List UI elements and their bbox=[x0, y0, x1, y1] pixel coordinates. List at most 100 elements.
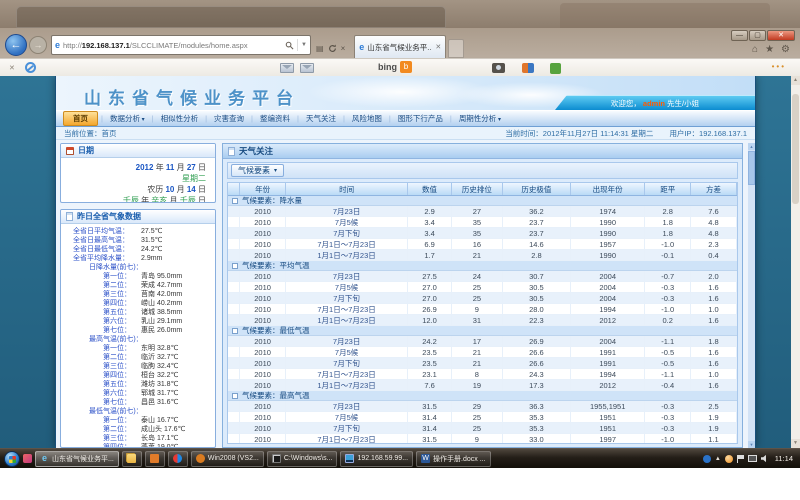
home-icon[interactable]: ⌂ bbox=[752, 45, 758, 55]
scroll-down-icon[interactable]: ▼ bbox=[791, 439, 800, 448]
scrollbar-thumb[interactable] bbox=[792, 94, 799, 204]
nav-item-3[interactable]: 相似性分析 bbox=[155, 113, 205, 124]
site-title: 山东省气候业务平台 bbox=[84, 84, 300, 109]
nav-separator: | bbox=[450, 114, 452, 123]
address-bar[interactable]: e http://192.168.137.1/SLCCLIMATE/module… bbox=[51, 35, 311, 55]
taskbar-window-button[interactable]: C:\Windows\s... bbox=[267, 451, 338, 467]
calendar-text: 日 bbox=[198, 196, 206, 203]
scrollbar-thumb[interactable] bbox=[748, 151, 755, 185]
row-spacer-cell bbox=[228, 250, 240, 260]
nav-item-6[interactable]: 天气关注 bbox=[300, 113, 342, 124]
forward-button[interactable]: → bbox=[29, 36, 47, 54]
taskbar-window-button[interactable]: W操作手册.docx ... bbox=[416, 451, 491, 467]
table-cell: 2010 bbox=[240, 412, 286, 422]
pinned-app-icon[interactable] bbox=[23, 454, 32, 463]
network-icon[interactable] bbox=[748, 455, 757, 462]
table-cell: 26.6 bbox=[503, 347, 571, 357]
start-button[interactable] bbox=[4, 451, 20, 467]
toolbar-close-icon[interactable]: ✕ bbox=[9, 64, 15, 72]
settings-gear-icon[interactable]: ⚙ bbox=[781, 45, 790, 55]
table-cell: 4.8 bbox=[691, 228, 737, 238]
mail-icon[interactable] bbox=[280, 63, 294, 73]
group-checkbox[interactable] bbox=[232, 393, 238, 399]
more-options-icon[interactable]: ••• bbox=[772, 62, 786, 71]
minimize-button[interactable]: — bbox=[731, 30, 748, 41]
row-spacer-cell bbox=[228, 271, 240, 281]
table-cell: 2010 bbox=[240, 217, 286, 227]
table-cell: 17 bbox=[452, 336, 503, 346]
scroll-up-icon[interactable]: ▲ bbox=[748, 143, 755, 150]
mail-icon[interactable] bbox=[300, 63, 314, 73]
table-cell: 1.8 bbox=[645, 217, 691, 227]
taskbar-icon-button[interactable] bbox=[145, 451, 165, 467]
addon-icon[interactable] bbox=[522, 63, 534, 73]
table-cell: 24.2 bbox=[408, 336, 452, 346]
camera-icon[interactable] bbox=[492, 63, 505, 73]
taskbar-window-button[interactable]: e山东省气候业务平... bbox=[35, 451, 119, 467]
taskbar-icon-button[interactable] bbox=[168, 451, 188, 467]
weather-label: 第三位： bbox=[103, 362, 139, 371]
nav-item-8[interactable]: 图形下行产品 bbox=[392, 113, 449, 124]
weather-label: 第六位： bbox=[103, 389, 139, 398]
tray-app-icon[interactable] bbox=[725, 455, 733, 463]
table-cell: 7月1日～7月23日 bbox=[286, 434, 408, 444]
table-row: 20107月下旬3.43523.719901.84.8 bbox=[228, 228, 737, 239]
close-button[interactable]: ✕ bbox=[767, 30, 795, 41]
nav-item-4[interactable]: 灾害查询 bbox=[208, 113, 250, 124]
volume-icon[interactable] bbox=[761, 455, 769, 463]
favorites-star-icon[interactable]: ★ bbox=[765, 45, 774, 55]
table-row: 20107月1日～7月23日31.5933.01997-1.01.1 bbox=[228, 434, 737, 444]
row-spacer-cell bbox=[228, 358, 240, 368]
back-button[interactable]: ← bbox=[5, 34, 27, 56]
tab-close-icon[interactable]: ✕ bbox=[435, 43, 441, 51]
address-dropdown-icon[interactable]: ▼ bbox=[301, 42, 307, 48]
weather-label: 第三位： bbox=[103, 434, 139, 443]
weather-label: 第一位： bbox=[103, 272, 139, 281]
table-cell: 2010 bbox=[240, 434, 286, 444]
compatibility-icon[interactable]: ▤ bbox=[316, 44, 324, 53]
bing-search-logo[interactable]: bing b bbox=[378, 61, 412, 73]
taskbar-window-button[interactable]: Win2008 (VS2... bbox=[191, 451, 264, 467]
table-cell: 12.0 bbox=[408, 315, 452, 325]
nav-item-5[interactable]: 整编资料 bbox=[254, 113, 296, 124]
nav-item-2[interactable]: 数据分析 ▾ bbox=[104, 113, 151, 124]
clock[interactable]: 11:14 bbox=[775, 454, 793, 463]
taskbar-window-button[interactable]: 192.168.59.99... bbox=[340, 451, 413, 467]
scroll-down-icon[interactable]: ▼ bbox=[748, 441, 755, 448]
taskbar-icon-button[interactable] bbox=[122, 451, 142, 467]
table-cell: 1月1日～7月23日 bbox=[286, 250, 408, 260]
table-cell: -0.3 bbox=[645, 412, 691, 422]
scroll-up-icon[interactable]: ▲ bbox=[791, 76, 800, 85]
table-cell: 0.2 bbox=[645, 315, 691, 325]
climate-element-button[interactable]: 气候要素 ▾ bbox=[231, 164, 284, 177]
show-hidden-icons[interactable]: ▲ bbox=[715, 456, 721, 462]
section-label: 最高气温(前七)： bbox=[89, 335, 143, 344]
column-header: 历史极值 bbox=[503, 183, 571, 195]
refresh-icon[interactable] bbox=[328, 44, 337, 53]
table-cell: -1.0 bbox=[645, 304, 691, 314]
plugin-icon[interactable] bbox=[550, 63, 561, 74]
table-cell: -0.3 bbox=[645, 423, 691, 433]
column-header: 历史排位 bbox=[452, 183, 503, 195]
row-spacer-cell bbox=[228, 412, 240, 422]
new-tab-button[interactable] bbox=[448, 39, 464, 58]
weather-line: 第一位：东明 32.8℃ bbox=[61, 344, 215, 353]
maximize-button[interactable]: ▢ bbox=[749, 30, 766, 41]
tray-app-icon[interactable] bbox=[703, 455, 711, 463]
nav-item-7[interactable]: 风险地图 bbox=[346, 113, 388, 124]
weather-label: 第六位： bbox=[103, 317, 139, 326]
page-scrollbar[interactable]: ▲ ▼ bbox=[748, 143, 755, 448]
calendar-panel-header: 日期 bbox=[61, 144, 215, 158]
nav-item-1[interactable]: 首页 bbox=[63, 111, 98, 126]
table-cell: 2010 bbox=[240, 369, 286, 379]
action-center-flag-icon[interactable] bbox=[737, 455, 744, 463]
nav-item-9[interactable]: 周期性分析 ▾ bbox=[453, 113, 507, 124]
browser-scrollbar[interactable]: ▲ ▼ bbox=[791, 76, 800, 448]
stop-icon[interactable]: × bbox=[341, 44, 346, 53]
group-checkbox[interactable] bbox=[232, 328, 238, 334]
browser-tab[interactable]: e 山东省气候业务平... ✕ bbox=[354, 35, 446, 58]
group-checkbox[interactable] bbox=[232, 198, 238, 204]
taskbar-window-title: 192.168.59.99... bbox=[357, 455, 408, 462]
search-icon[interactable] bbox=[285, 41, 294, 50]
group-checkbox[interactable] bbox=[232, 263, 238, 269]
